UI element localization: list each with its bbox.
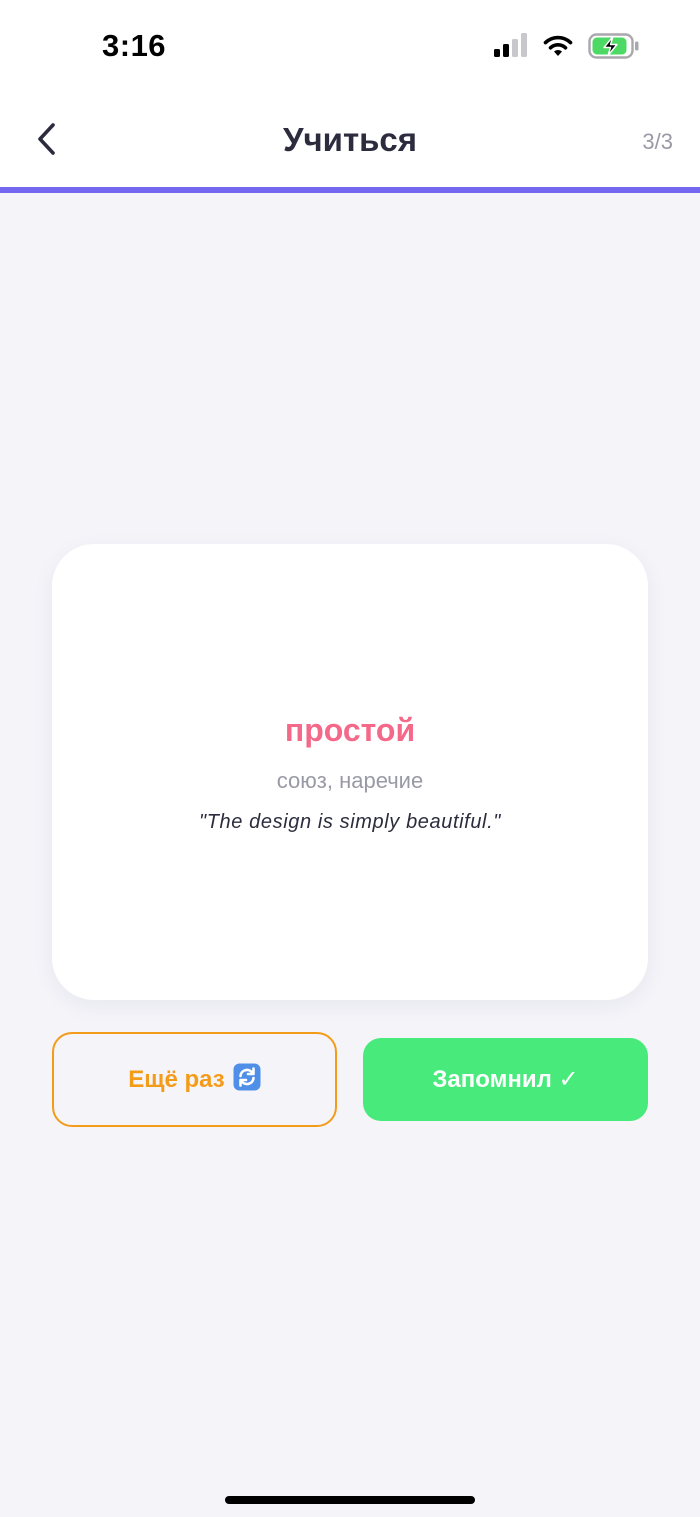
card-part-of-speech: союз, наречие [276,768,424,793]
progress-bar [0,187,700,193]
wifi-icon [542,34,574,63]
page-title: Учиться [282,121,418,158]
remembered-button[interactable]: Запомнил ✓ [363,1038,648,1121]
card-word: простой [284,712,416,748]
status-icons [494,32,640,64]
card-example: "The design is simply beautiful." [199,811,501,833]
flashcard[interactable]: простой союз, наречие "The design is sim… [52,544,648,1000]
status-time: 3:16 [102,28,167,63]
progress-counter: 3/3 [642,129,673,154]
again-button-label: Ещё раз [128,1065,225,1093]
again-button[interactable]: Ещё раз [52,1032,337,1127]
remembered-button-label: Запомнил ✓ [432,1066,579,1093]
cellular-signal-icon [494,32,528,64]
repeat-icon [233,1063,261,1096]
learn-screen: 3:16 Учиться 3/3 простой союз, наречие "… [0,0,700,1517]
nav-bar: Учиться 3/3 [0,95,700,187]
status-bar: 3:16 [0,0,700,95]
battery-charging-icon [588,32,640,64]
progress-bar-fill [0,187,700,193]
home-indicator[interactable] [225,1496,475,1504]
